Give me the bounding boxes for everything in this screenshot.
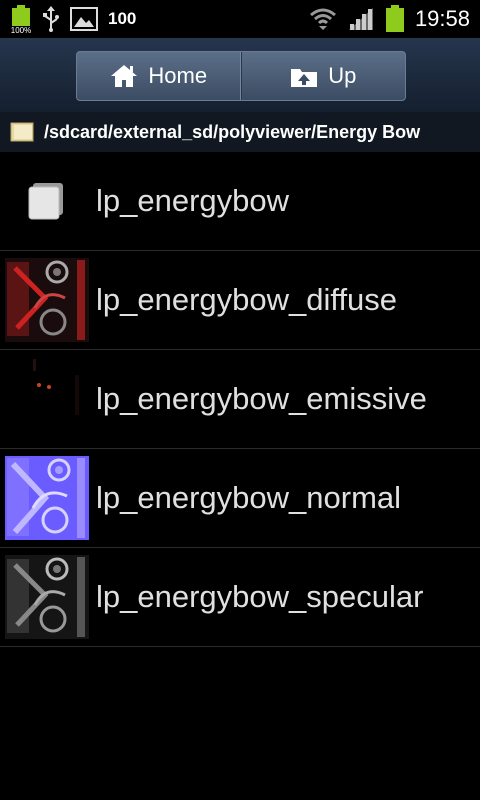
- emissive-texture-thumbnail: [4, 356, 90, 442]
- list-item[interactable]: lp_energybow: [0, 152, 480, 251]
- battery-icon: [385, 5, 405, 33]
- list-item[interactable]: lp_energybow_emissive: [0, 350, 480, 449]
- specular-texture-thumbnail: [4, 554, 90, 640]
- up-button-label: Up: [328, 63, 357, 88]
- home-button-label: Home: [148, 63, 208, 88]
- path-bar: /sdcard/external_sd/polyviewer/Energy Bo…: [0, 112, 480, 152]
- current-path: /sdcard/external_sd/polyviewer/Energy Bo…: [44, 121, 421, 142]
- folder-up-icon: [290, 63, 318, 89]
- navigation-button-group: Home Up: [76, 51, 406, 101]
- folder-icon: [10, 121, 36, 143]
- toolbar: Home Up: [0, 38, 480, 113]
- diffuse-texture-thumbnail: [4, 257, 90, 343]
- battery-full-icon: 100%: [10, 4, 32, 34]
- file-name: lp_energybow_emissive: [96, 381, 427, 416]
- file-name: lp_energybow: [96, 183, 290, 218]
- file-name: lp_energybow_normal: [96, 480, 402, 515]
- file-list: lp_energybow lp_energybow_diffuse lp_ene…: [0, 152, 480, 647]
- file-name: lp_energybow_diffuse: [96, 282, 398, 317]
- usb-icon: [42, 6, 60, 32]
- home-button[interactable]: Home: [77, 52, 241, 100]
- up-button[interactable]: Up: [240, 52, 406, 100]
- list-item[interactable]: lp_energybow_normal: [0, 449, 480, 548]
- clock: 19:58: [414, 6, 470, 31]
- status-bar: 100% 100 19:58: [0, 0, 480, 38]
- file-name: lp_energybow_specular: [96, 579, 424, 614]
- battery-percent-label: 100%: [11, 26, 31, 34]
- signal-strength-icon: [347, 6, 375, 32]
- list-item[interactable]: lp_energybow_specular: [0, 548, 480, 647]
- home-icon: [110, 63, 138, 89]
- wifi-icon: [309, 7, 337, 31]
- normal-map-thumbnail: [4, 455, 90, 541]
- model-file-icon: [4, 158, 90, 244]
- list-item[interactable]: lp_energybow_diffuse: [0, 251, 480, 350]
- image-notification-icon: [70, 7, 98, 31]
- notification-count: 100: [108, 9, 137, 28]
